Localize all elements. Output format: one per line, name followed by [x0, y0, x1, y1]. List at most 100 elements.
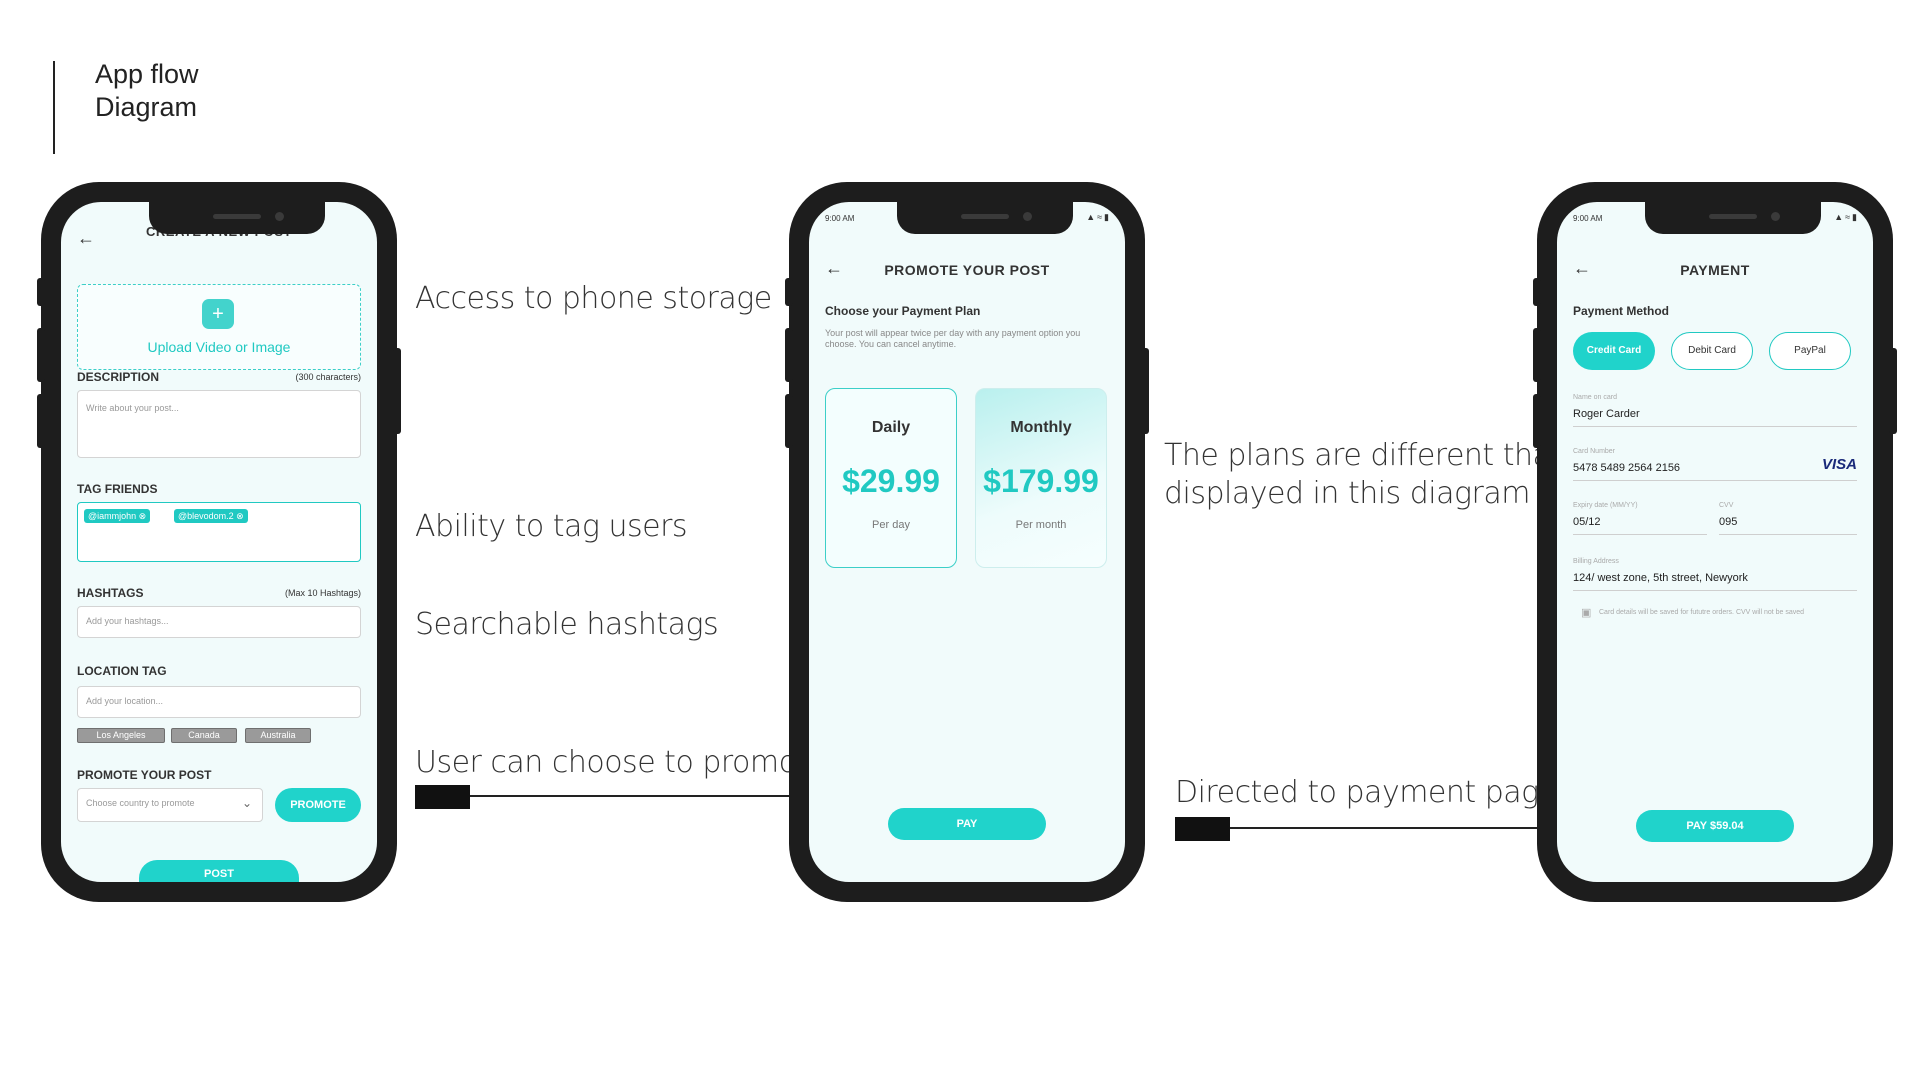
- visa-logo: VISA: [1821, 456, 1857, 473]
- page-title: PROMOTE YOUR POST: [884, 262, 1050, 278]
- phone-promote: 9:00 AM ▲≈▮ ← PROMOTE YOUR POST Choose y…: [785, 182, 1149, 902]
- plan-name: Monthly: [1010, 419, 1072, 436]
- upload-dropzone[interactable]: + Upload Video or Image: [77, 284, 361, 370]
- upload-label: Upload Video or Image: [147, 339, 291, 355]
- field-underline: [1573, 590, 1857, 591]
- tag-friends-input[interactable]: @iammjohn ⊗ @blevodom.2 ⊗: [77, 502, 361, 562]
- name-label: Name on card: [1573, 394, 1617, 401]
- description-input[interactable]: Write about your post...: [77, 390, 361, 458]
- signal-wifi-battery-icon: ▲≈▮: [1086, 212, 1111, 222]
- upload-plus-icon: +: [202, 299, 234, 329]
- signal-wifi-battery-icon: ▲≈▮: [1834, 212, 1859, 222]
- plan-card-monthly[interactable]: Monthly $179.99 Per month: [975, 388, 1107, 568]
- side-button: [785, 394, 793, 448]
- promote-button[interactable]: PROMOTE: [275, 788, 361, 822]
- expiry-field[interactable]: 05/12: [1573, 516, 1601, 528]
- annotation-plans: The plans are different than displayed i…: [1164, 437, 1569, 513]
- location-chip[interactable]: Australia: [245, 728, 311, 743]
- post-button[interactable]: POST: [139, 860, 299, 882]
- location-input[interactable]: Add your location...: [77, 686, 361, 718]
- card-number-field[interactable]: 5478 5489 2564 2156: [1573, 462, 1680, 474]
- diagram-title: App flow Diagram: [95, 58, 199, 124]
- name-field[interactable]: Roger Carder: [1573, 408, 1640, 420]
- field-underline: [1573, 534, 1707, 535]
- diagram-title-line1: App flow: [95, 59, 199, 89]
- country-select[interactable]: Choose country to promote ⌄: [77, 788, 263, 822]
- side-button: [37, 328, 45, 382]
- side-button: [1533, 394, 1541, 448]
- card-number-label: Card Number: [1573, 448, 1616, 455]
- side-button: [37, 394, 45, 448]
- phone-notch: [897, 202, 1073, 234]
- title-divider: [53, 61, 55, 154]
- field-underline: [1573, 480, 1857, 481]
- back-arrow-icon[interactable]: ←: [825, 258, 843, 279]
- cvv-field[interactable]: 095: [1719, 516, 1737, 528]
- tag-chip[interactable]: @iammjohn ⊗: [84, 509, 151, 523]
- chevron-down-icon: ⌄: [241, 796, 252, 810]
- plan-period: Per day: [872, 519, 910, 531]
- side-button: [1533, 328, 1541, 382]
- tag-chip-label: @blevodom.2: [178, 511, 234, 521]
- hashtags-input[interactable]: Add your hashtags...: [77, 606, 361, 638]
- save-note: Card details will be saved for fututre o…: [1599, 609, 1805, 616]
- hashtags-limit: (Max 10 Hashtags): [284, 588, 361, 598]
- screen-create-post: ← CREATE A NEW POST + Upload Video or Im…: [61, 202, 377, 882]
- connector-line-payment: [1230, 827, 1557, 829]
- location-chip[interactable]: Canada: [171, 728, 237, 743]
- plan-period: Per month: [1015, 519, 1067, 531]
- payment-method-label: Payment Method: [1573, 304, 1670, 318]
- side-button: [1141, 348, 1149, 434]
- credit-card-option[interactable]: Credit Card: [1573, 332, 1655, 370]
- description-label: DESCRIPTION: [77, 370, 160, 384]
- connector-line-promote: [470, 795, 790, 797]
- status-time: 9:00 AM: [825, 214, 855, 223]
- page-title: PAYMENT: [1680, 262, 1750, 278]
- description-limit: (300 characters): [295, 372, 361, 382]
- phone-create-post: ← CREATE A NEW POST + Upload Video or Im…: [37, 182, 401, 902]
- country-select-placeholder: Choose country to promote: [86, 798, 195, 808]
- side-button: [1889, 348, 1897, 434]
- tag-chip[interactable]: @blevodom.2 ⊗: [174, 509, 248, 523]
- plan-price: $179.99: [983, 463, 1099, 499]
- plan-name: Daily: [871, 419, 911, 436]
- location-chip[interactable]: Los Angeles: [77, 728, 165, 743]
- tag-chip-label: @iammjohn: [88, 511, 137, 521]
- plan-price: $29.99: [842, 463, 940, 499]
- expiry-label: Expiry date (MM/YY): [1573, 502, 1638, 509]
- annotation-promote: User can choose to promote: [415, 745, 826, 780]
- side-button: [785, 328, 793, 382]
- side-button: [393, 348, 401, 434]
- debit-card-option[interactable]: Debit Card: [1671, 332, 1753, 370]
- paypal-option[interactable]: PayPal: [1769, 332, 1851, 370]
- phone-payment: 9:00 AM ▲≈▮ ← PAYMENT Payment Method Cre…: [1533, 182, 1897, 902]
- hashtags-label: HASHTAGS: [77, 586, 144, 600]
- annotation-storage: Access to phone storage: [415, 281, 772, 316]
- phone-notch: [1645, 202, 1821, 234]
- cvv-label: CVV: [1719, 502, 1734, 509]
- connector-marker-payment: [1175, 817, 1230, 841]
- annotation-tag-users: Ability to tag users: [415, 509, 688, 544]
- status-time: 9:00 AM: [1573, 214, 1603, 223]
- billing-label: Billing Address: [1573, 558, 1619, 565]
- plan-description: Your post will appear twice per day with…: [825, 328, 1081, 349]
- plan-card-daily[interactable]: Daily $29.99 Per day: [825, 388, 957, 568]
- connector-marker-promote: [415, 785, 470, 809]
- field-underline: [1719, 534, 1857, 535]
- back-arrow-icon[interactable]: ←: [77, 228, 95, 249]
- pay-button[interactable]: PAY: [888, 808, 1046, 840]
- side-button: [785, 278, 793, 306]
- phone-notch: [149, 202, 325, 234]
- annotation-plans-line2: displayed in this diagram: [1164, 476, 1530, 511]
- side-button: [37, 278, 45, 306]
- pay-amount-button[interactable]: PAY $59.04: [1636, 810, 1794, 842]
- screen-payment: 9:00 AM ▲≈▮ ← PAYMENT Payment Method Cre…: [1557, 202, 1873, 882]
- tag-friends-label: TAG FRIENDS: [77, 482, 158, 496]
- promote-label: PROMOTE YOUR POST: [77, 768, 212, 782]
- location-label: LOCATION TAG: [77, 664, 167, 678]
- annotation-hashtags: Searchable hashtags: [415, 607, 719, 642]
- back-arrow-icon[interactable]: ←: [1573, 258, 1591, 279]
- annotation-payment: Directed to payment page: [1175, 775, 1557, 810]
- screen-promote: 9:00 AM ▲≈▮ ← PROMOTE YOUR POST Choose y…: [809, 202, 1125, 882]
- billing-field[interactable]: 124/ west zone, 5th street, Newyork: [1573, 572, 1748, 584]
